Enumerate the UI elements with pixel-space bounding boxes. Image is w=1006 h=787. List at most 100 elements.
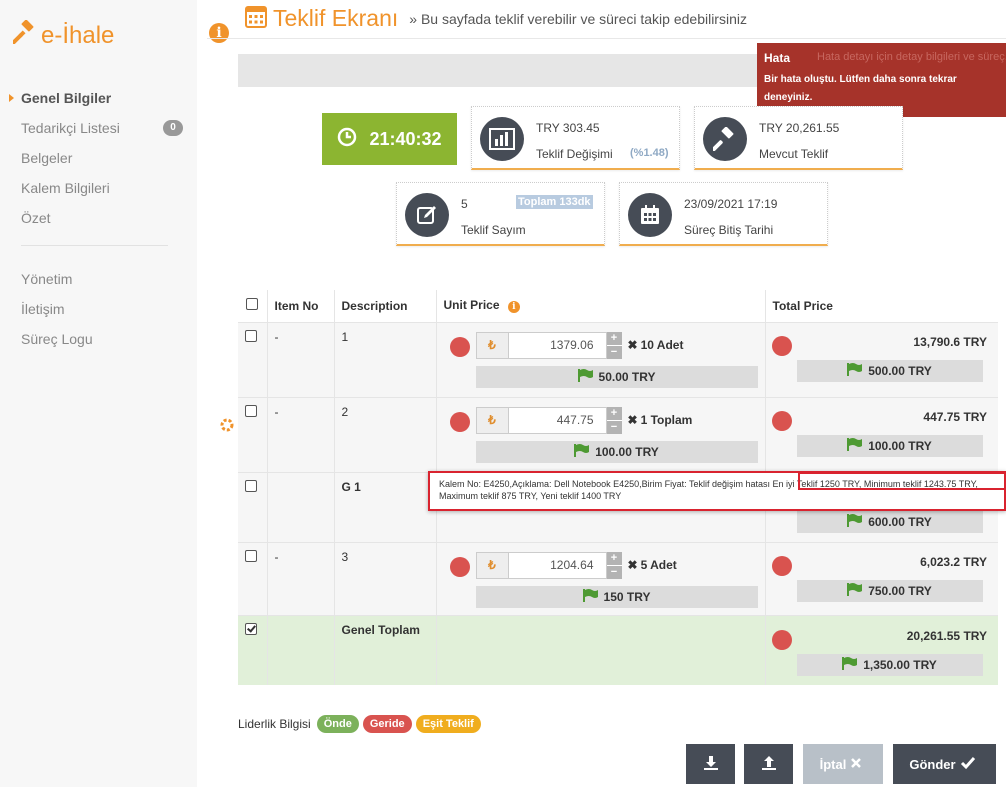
sidebar-item-label: Genel Bilgiler — [21, 90, 112, 106]
flag-icon — [842, 656, 863, 673]
status-dot — [771, 410, 792, 431]
change-value: TRY 303.45 — [536, 121, 600, 135]
unit-price-input[interactable]: 1204.64 — [508, 551, 607, 579]
total-leader-bar: 500.00 TRY — [796, 359, 983, 382]
flag-icon — [582, 588, 604, 605]
col-total-price: Total Price — [764, 290, 998, 322]
app-logo[interactable]: e-İhale — [11, 19, 114, 51]
unit-price-input[interactable]: 447.75 — [508, 406, 607, 434]
send-button[interactable]: Gönder — [893, 744, 996, 784]
table-row: - 2 ₺ 447.75 + − ✖ 1 Toplam 100.00 TRY 447… — [238, 397, 998, 472]
total-price-cell: 447.75 TRY 100.00 TRY — [764, 397, 998, 472]
row-checkbox[interactable] — [245, 404, 257, 417]
row-checkbox[interactable] — [245, 479, 257, 492]
chart-icon — [480, 117, 524, 161]
row-checkbox[interactable] — [245, 329, 257, 342]
unit-price-cell: ₺ 1379.06 + − ✖ 10 Adet 50.00 TRY — [435, 322, 765, 397]
info-icon[interactable]: i — [507, 301, 520, 314]
legend-label: Liderlik Bilgisi — [238, 717, 311, 731]
sidebar-item-yonetim[interactable]: Yönetim — [0, 264, 197, 294]
total-checkbox[interactable] — [245, 622, 257, 635]
unit-price-cell: ₺ 1204.64 + − ✖ 5 Adet 150 TRY — [435, 542, 765, 615]
increment-icon[interactable]: + — [606, 331, 622, 345]
item-no: - — [266, 542, 334, 615]
flag-icon — [574, 443, 595, 460]
increment-icon[interactable]: + — [606, 551, 622, 565]
sidebar-item-label: Süreç Logu — [21, 331, 93, 347]
increment-icon[interactable]: + — [606, 406, 622, 420]
gear-icon[interactable] — [219, 417, 235, 436]
decrement-icon[interactable]: − — [606, 345, 622, 359]
sidebar-item-tedarikci-listesi[interactable]: Tedarikçi Listesi 0 — [0, 113, 197, 143]
select-all-checkbox[interactable] — [246, 298, 258, 311]
total-label: Genel Toplam — [333, 615, 436, 685]
item-no: - — [266, 322, 334, 397]
calculator-icon — [245, 6, 267, 31]
sidebar-item-genel-bilgiler[interactable]: Genel Bilgiler — [0, 83, 197, 113]
times-icon: ✖ — [627, 337, 638, 352]
tooltip-highlight — [798, 472, 1006, 490]
sidebar-item-kalem-bilgileri[interactable]: Kalem Bilgileri — [0, 173, 197, 203]
quantity: ✖ 10 Adet — [628, 332, 684, 359]
quantity: ✖ 1 Toplam — [628, 407, 693, 434]
download-button[interactable] — [686, 744, 735, 784]
unit-leader-bar: 100.00 TRY — [475, 440, 758, 463]
card-mevcut-teklif: TRY 20,261.55 Mevcut Teklif — [694, 106, 903, 170]
total-price-cell: 20,261.55 TRY 1,350.00 TRY — [764, 615, 998, 685]
gavel-logo-icon — [11, 19, 41, 51]
status-dot — [771, 335, 792, 356]
sidebar-item-surec-logu[interactable]: Süreç Logu — [0, 324, 197, 354]
row-checkbox[interactable] — [245, 549, 257, 562]
sidebar-nav-secondary: Yönetim İletişim Süreç Logu — [0, 264, 197, 354]
sidebar-item-ozet[interactable]: Özet — [0, 203, 197, 233]
change-percent: (%1.48) — [630, 147, 669, 159]
upload-button[interactable] — [744, 744, 793, 784]
unit-leader-bar: 150 TRY — [475, 585, 758, 608]
page-header: Teklif Ekranı » Bu sayfada teklif verebi… — [245, 5, 747, 32]
col-description: Description — [333, 290, 436, 322]
timer-value: 21:40:32 — [369, 128, 442, 149]
total-leader-bar: 1,350.00 TRY — [796, 653, 983, 676]
price-stepper[interactable]: + − — [606, 331, 622, 359]
current-label: Mevcut Teklif — [759, 147, 829, 161]
decrement-icon[interactable]: − — [606, 565, 622, 579]
description: G 1 — [333, 472, 436, 542]
total-value: 447.75 TRY — [923, 409, 987, 424]
current-value: TRY 20,261.55 — [759, 121, 840, 135]
legend-ahead: Önde — [316, 715, 359, 733]
end-date-value: 23/09/2021 17:19 — [684, 197, 778, 211]
times-icon: ✖ — [627, 557, 638, 572]
page-subtitle: » Bu sayfada teklif verebilir ve süreci … — [409, 10, 747, 27]
quantity-value: 5 Adet — [640, 557, 677, 572]
sidebar: e-İhale Genel Bilgiler Tedarikçi Listesi… — [0, 0, 197, 787]
sidebar-divider — [21, 245, 168, 246]
unit-price-cell — [435, 615, 765, 685]
sidebar-item-iletisim[interactable]: İletişim — [0, 294, 197, 324]
total-leader-value: 500.00 TRY — [868, 363, 932, 378]
cancel-label: İptal — [819, 756, 847, 772]
status-dot — [449, 336, 470, 357]
total-value: 13,790.6 TRY — [913, 334, 987, 349]
price-stepper[interactable]: + − — [606, 551, 622, 579]
quantity-value: 1 Toplam — [640, 412, 693, 427]
cancel-button[interactable]: İptal — [803, 744, 883, 784]
sidebar-item-belgeler[interactable]: Belgeler — [0, 143, 197, 173]
info-icon[interactable]: i — [209, 23, 229, 43]
send-label: Gönder — [909, 756, 956, 772]
unit-price-input[interactable]: 1379.06 — [508, 331, 607, 359]
currency-addon: ₺ — [475, 406, 509, 434]
status-dot — [449, 556, 470, 577]
status-dot — [449, 411, 470, 432]
price-stepper[interactable]: + − — [606, 406, 622, 434]
unit-leader-value: 50.00 TRY — [598, 369, 656, 384]
header-divider — [207, 38, 1006, 39]
item-no — [266, 472, 334, 542]
calendar-icon — [628, 193, 672, 237]
page-title: Teklif Ekranı — [273, 5, 399, 31]
quantity: ✖ 5 Adet — [628, 552, 677, 579]
currency-addon: ₺ — [475, 331, 509, 359]
total-leader-value: 750.00 TRY — [868, 583, 932, 598]
flag-icon — [847, 513, 868, 530]
decrement-icon[interactable]: − — [606, 420, 622, 434]
description: 1 — [333, 322, 436, 397]
